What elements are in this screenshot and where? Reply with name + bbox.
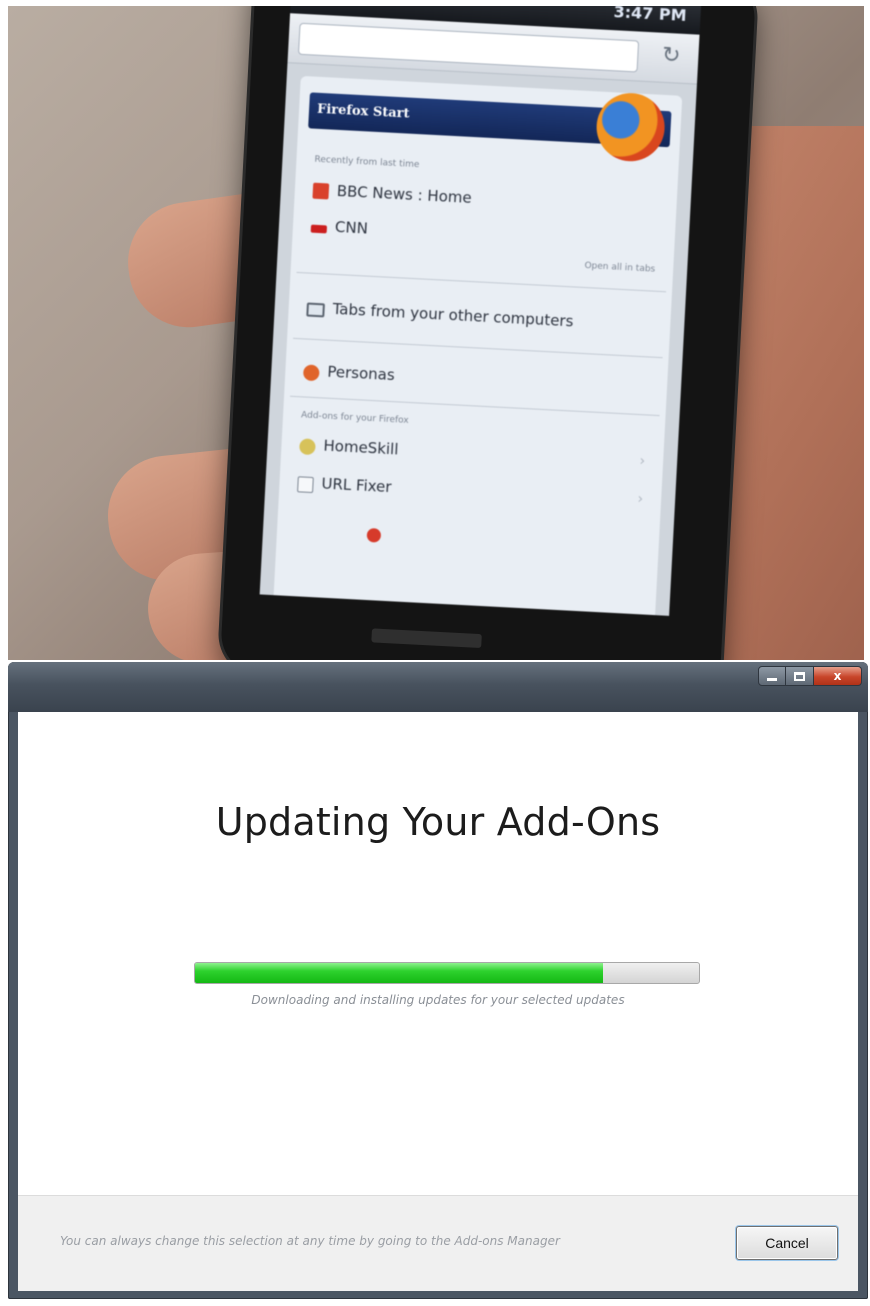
close-icon: x xyxy=(833,669,842,683)
cancel-button[interactable]: Cancel xyxy=(736,1226,838,1260)
open-all-link: Open all in tabs xyxy=(584,260,656,275)
phone-brand-logo xyxy=(371,628,482,649)
close-button[interactable]: x xyxy=(814,666,862,686)
recent-item-cnn: CNN xyxy=(334,217,369,238)
update-progress-bar xyxy=(194,962,700,984)
update-dialog-window: x Updating Your Add-Ons Downloading and … xyxy=(8,662,868,1299)
firefox-start-header: Firefox Start xyxy=(308,91,672,163)
firefox-start-header-text: Firefox Start xyxy=(316,101,410,122)
dialog-title: Updating Your Add-Ons xyxy=(215,800,661,844)
phone-status-time: 3:47 PM xyxy=(613,6,688,25)
chevron-right-icon: › xyxy=(639,453,646,470)
tabs-other-computers: Tabs from your other computers xyxy=(332,299,574,331)
dialog-footer: You can always change this selection at … xyxy=(18,1195,858,1291)
phone-screen: 3:47 PM ↻ Firefox Start Recently from la… xyxy=(259,6,702,616)
addon-icon xyxy=(297,476,314,494)
addons-section-label: Add-ons for your Firefox xyxy=(300,410,409,426)
window-title-bar[interactable]: x xyxy=(8,662,868,712)
update-progress-fill xyxy=(195,963,604,983)
bbc-favicon-icon xyxy=(312,182,330,200)
chevron-right-icon: › xyxy=(637,491,644,508)
reload-icon: ↻ xyxy=(661,42,682,69)
cnn-favicon-icon xyxy=(310,224,328,234)
phone-url-field xyxy=(297,22,640,73)
progress-caption: Downloading and installing updates for y… xyxy=(251,993,625,1007)
addon-icon xyxy=(299,438,316,456)
minimize-button[interactable] xyxy=(758,666,786,686)
recent-item-bbc: BBC News : Home xyxy=(336,181,473,207)
divider xyxy=(293,337,663,359)
divider xyxy=(296,271,667,293)
dialog-content: Updating Your Add-Ons Downloading and in… xyxy=(18,712,858,1291)
window-caption-buttons: x xyxy=(758,666,862,686)
maximize-button[interactable] xyxy=(786,666,814,686)
computer-icon xyxy=(306,302,325,318)
addon-item-homeskill: HomeSkill xyxy=(323,436,399,459)
firefox-footer-icon xyxy=(366,527,382,543)
minimize-icon xyxy=(767,677,777,681)
footer-hint-text: You can always change this selection at … xyxy=(60,1234,560,1248)
personas-icon xyxy=(302,364,320,382)
firefox-logo-icon xyxy=(594,91,667,163)
recent-section-label: Recently from last time xyxy=(314,154,420,171)
firefox-start-page: Firefox Start Recently from last time BB… xyxy=(273,75,683,616)
addon-item-urlfixer: URL Fixer xyxy=(321,474,392,497)
phone-device: 3:47 PM ↻ Firefox Start Recently from la… xyxy=(219,6,757,660)
phone-photo: 3:47 PM ↻ Firefox Start Recently from la… xyxy=(8,6,864,660)
personas-item: Personas xyxy=(326,362,396,385)
maximize-icon xyxy=(794,671,805,681)
